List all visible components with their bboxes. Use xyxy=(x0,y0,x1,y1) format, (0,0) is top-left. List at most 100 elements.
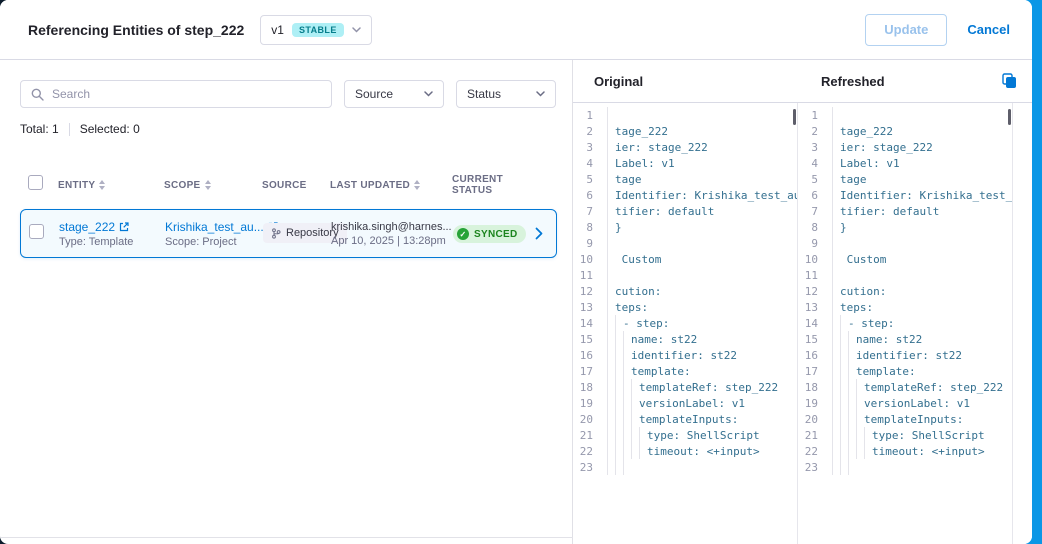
line-number: 23 xyxy=(573,461,607,474)
code-text: name: st22 xyxy=(856,333,922,346)
code-line: 22timeout: <+input> xyxy=(573,443,797,459)
indent-guide xyxy=(840,427,848,443)
scrollbar-thumb[interactable] xyxy=(1008,109,1011,125)
line-number: 13 xyxy=(798,301,832,314)
indent-guide xyxy=(623,443,631,459)
indent-guide xyxy=(615,443,623,459)
indent-guide xyxy=(840,315,848,331)
chevron-right-icon[interactable] xyxy=(535,227,549,240)
source-filter[interactable]: Source xyxy=(344,80,444,108)
select-all-checkbox[interactable] xyxy=(28,175,43,190)
line-number: 9 xyxy=(573,237,607,250)
diff-refreshed-title: Refreshed xyxy=(821,74,885,89)
version-value: v1 xyxy=(271,23,284,37)
indent-guide xyxy=(607,139,615,155)
indent-guide xyxy=(832,251,840,267)
scrollbar-thumb[interactable] xyxy=(793,109,796,125)
status-filter[interactable]: Status xyxy=(456,80,556,108)
code-text: Label: v1 xyxy=(615,157,675,170)
code-text: tage xyxy=(840,173,867,186)
row-checkbox[interactable] xyxy=(29,224,44,239)
code-text: cution: xyxy=(840,285,886,298)
indent-guide xyxy=(607,395,615,411)
code-line: 9 xyxy=(798,235,1012,251)
code-panel[interactable]: 12tage_2223ier: stage_2224Label: v15tage… xyxy=(573,103,798,544)
code-line: 5tage xyxy=(573,171,797,187)
line-number: 15 xyxy=(573,333,607,346)
sort-icon[interactable] xyxy=(99,180,105,190)
line-number: 5 xyxy=(573,173,607,186)
line-number: 6 xyxy=(798,189,832,202)
line-number: 19 xyxy=(798,397,832,410)
status-cell: ✓ SYNCED xyxy=(453,224,535,244)
line-number: 13 xyxy=(573,301,607,314)
source-cell: Repository xyxy=(263,223,331,244)
indent-guide xyxy=(607,331,615,347)
table-row[interactable]: stage_222 Type: Template Krishika_test_a… xyxy=(20,209,557,258)
entity-type: Type: Template xyxy=(59,236,165,248)
code-line: 14- step: xyxy=(573,315,797,331)
source-filter-label: Source xyxy=(355,87,393,101)
code-text: cution: xyxy=(615,285,661,298)
update-button[interactable]: Update xyxy=(865,14,947,46)
indent-guide xyxy=(607,251,615,267)
search-input[interactable] xyxy=(52,87,321,101)
code-line: 4Label: v1 xyxy=(573,155,797,171)
version-select[interactable]: v1 STABLE xyxy=(260,15,371,45)
line-number: 7 xyxy=(573,205,607,218)
indent-guide xyxy=(607,155,615,171)
diff-original-title: Original xyxy=(594,74,643,89)
indent-guide xyxy=(832,379,840,395)
summary-divider xyxy=(69,123,70,136)
scope-link[interactable]: Krishika_test_au... xyxy=(165,220,264,234)
indent-guide xyxy=(615,315,623,331)
chevron-down-icon xyxy=(424,91,433,97)
code-text: Identifier: Krishika_test_aut xyxy=(615,189,798,202)
indent-guide xyxy=(832,155,840,171)
cancel-button[interactable]: Cancel xyxy=(967,22,1010,37)
indent-guide xyxy=(607,443,615,459)
code-line: 8} xyxy=(573,219,797,235)
column-header-last-updated: LAST UPDATED xyxy=(330,180,452,191)
copy-icon[interactable] xyxy=(1002,73,1017,89)
external-link-icon[interactable] xyxy=(119,222,129,232)
indent-guide xyxy=(615,411,623,427)
line-number: 2 xyxy=(798,125,832,138)
line-number: 9 xyxy=(798,237,832,250)
indent-guide xyxy=(615,395,623,411)
code-line: 18templateRef: step_222 xyxy=(798,379,1012,395)
indent-guide xyxy=(832,315,840,331)
code-line: 22timeout: <+input> xyxy=(798,443,1012,459)
indent-guide xyxy=(615,427,623,443)
code-text: type: ShellScript xyxy=(647,429,760,442)
indent-guide xyxy=(631,411,639,427)
indent-guide xyxy=(832,267,840,283)
column-header-entity: ENTITY xyxy=(58,180,164,191)
code-text: - step: xyxy=(623,317,669,330)
indent-guide xyxy=(832,395,840,411)
sort-icon[interactable] xyxy=(414,180,420,190)
line-number: 5 xyxy=(798,173,832,186)
code-text: } xyxy=(615,221,622,234)
entity-link[interactable]: stage_222 xyxy=(59,220,115,234)
indent-guide xyxy=(607,347,615,363)
sort-icon[interactable] xyxy=(205,180,211,190)
code-line: 3ier: stage_222 xyxy=(573,139,797,155)
code-line: 13teps: xyxy=(798,299,1012,315)
code-line: 23 xyxy=(798,459,1012,475)
indent-guide xyxy=(607,123,615,139)
code-line: 16identifier: st22 xyxy=(798,347,1012,363)
indent-guide xyxy=(832,411,840,427)
code-panel[interactable]: 12tage_2223ier: stage_2224Label: v15tage… xyxy=(798,103,1013,544)
code-text: ier: stage_222 xyxy=(615,141,708,154)
indent-guide xyxy=(856,443,864,459)
code-line: 19versionLabel: v1 xyxy=(798,395,1012,411)
indent-guide xyxy=(631,443,639,459)
code-line: 13teps: xyxy=(573,299,797,315)
scope-type: Scope: Project xyxy=(165,236,263,248)
search-box[interactable] xyxy=(20,80,332,108)
code-lines: 12tage_2223ier: stage_2224Label: v15tage… xyxy=(573,107,797,475)
indent-guide xyxy=(832,427,840,443)
indent-guide xyxy=(607,267,615,283)
column-header-source: SOURCE xyxy=(262,180,330,191)
